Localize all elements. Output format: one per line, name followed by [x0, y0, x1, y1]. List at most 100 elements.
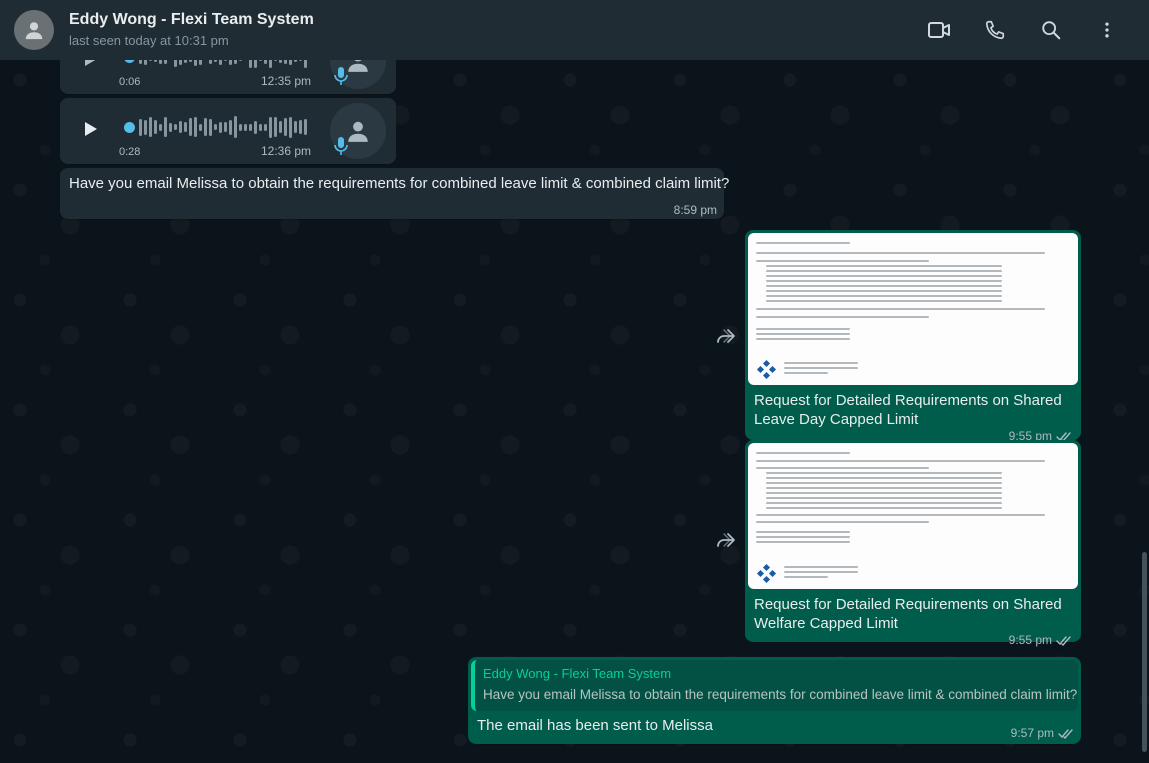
search-button[interactable] [1023, 10, 1079, 50]
waveform-bar [274, 60, 277, 61]
quoted-message[interactable]: Eddy Wong - Flexi Team System Have you e… [471, 660, 1078, 711]
waveform-bar [179, 121, 182, 133]
waveform-bar [169, 122, 172, 132]
chat-scrollbar[interactable] [1142, 65, 1147, 760]
voice-message: 0:06 12:35 pm [60, 60, 396, 94]
waveform-bar [139, 118, 142, 136]
mic-icon [333, 66, 349, 91]
play-icon [85, 60, 96, 66]
waveform-bar [284, 118, 287, 136]
waveform-bar [294, 121, 297, 133]
video-call-button[interactable] [911, 10, 967, 50]
waveform-bar [179, 60, 182, 65]
voice-message: 0:28 12:36 pm [60, 98, 396, 164]
default-user-icon [25, 22, 43, 40]
waveform-bar [274, 117, 277, 137]
waveform-bar [304, 119, 307, 135]
playback-position-dot[interactable] [124, 60, 135, 63]
image-caption: Request for Detailed Requirements on Sha… [754, 596, 1062, 632]
waveform-bar [259, 123, 262, 131]
voice-waveform[interactable] [124, 114, 307, 140]
message-time: 9:55 pm [1008, 633, 1052, 647]
header-actions [911, 10, 1135, 50]
waveform-bar [144, 119, 147, 135]
mic-icon [333, 136, 349, 161]
waveform-bar [184, 122, 187, 132]
image-caption: Request for Detailed Requirements on Sha… [754, 392, 1062, 428]
play-button[interactable] [76, 114, 106, 144]
waveform-bar [194, 117, 197, 137]
waveform-bar [264, 60, 267, 64]
contact-name: Eddy Wong - Flexi Team System [69, 11, 314, 28]
waveform-bar [234, 60, 237, 64]
waveform-bar [299, 120, 302, 134]
waveform-bar [229, 60, 232, 65]
waveform-bar [224, 122, 227, 132]
waveform-bar [214, 60, 217, 62]
menu-button[interactable] [1079, 10, 1135, 50]
incoming-text-message[interactable]: Have you email Melissa to obtain the req… [60, 168, 729, 219]
quoted-text: Have you email Melissa to obtain the req… [483, 687, 1078, 702]
waveform-bar [289, 60, 292, 65]
contact-info[interactable]: Eddy Wong - Flexi Team System last seen … [69, 10, 911, 50]
waveform-bar [219, 121, 222, 133]
video-call-icon [928, 22, 950, 38]
waveform-bar [239, 123, 242, 131]
outgoing-image-message[interactable]: Request for Detailed Requirements on Sha… [745, 440, 1081, 647]
waveform-bar [164, 117, 167, 137]
email-screenshot-thumbnail[interactable] [748, 233, 1078, 385]
waveform-bar [279, 60, 282, 63]
double-check-read-icon [1058, 728, 1073, 739]
scrollbar-thumb[interactable] [1142, 552, 1147, 752]
voice-duration: 0:06 [119, 76, 141, 88]
outgoing-reply-message[interactable]: Eddy Wong - Flexi Team System Have you e… [468, 657, 1081, 744]
waveform-bar [219, 60, 222, 65]
waveform-bar [209, 118, 212, 136]
waveform-bar [159, 123, 162, 131]
waveform-bar [299, 60, 302, 61]
waveform-bar [279, 121, 282, 133]
waveform-bar [159, 60, 162, 64]
message-text: Have you email Melissa to obtain the req… [69, 175, 730, 192]
chat-messages-area[interactable]: 0:06 12:35 pm 0:28 12:36 pm Have you ema… [0, 60, 1149, 763]
outgoing-image-message[interactable]: Request for Detailed Requirements on Sha… [745, 230, 1081, 443]
email-screenshot-thumbnail[interactable] [748, 443, 1078, 589]
voice-waveform[interactable] [124, 60, 307, 70]
last-seen-status: last seen today at 10:31 pm [69, 33, 229, 48]
waveform-bar [254, 120, 257, 134]
message-text: The email has been sent to Melissa [477, 717, 713, 734]
waveform-bar [199, 60, 202, 65]
waveform-bar [154, 60, 157, 62]
voice-call-icon [985, 20, 1005, 40]
waveform-bar [189, 118, 192, 136]
waveform-bar [199, 123, 202, 131]
waveform-bar [284, 60, 287, 64]
forward-icon [717, 533, 735, 547]
waveform-bar [269, 116, 272, 138]
waveform-bar [254, 60, 257, 68]
quoted-sender-name: Eddy Wong - Flexi Team System [483, 666, 672, 681]
message-meta: 9:57 pm [1011, 726, 1074, 740]
waveform-bar [229, 119, 232, 135]
message-meta: 9:55 pm [748, 633, 1078, 649]
waveform-bar [224, 60, 227, 61]
waveform-bar [149, 117, 152, 137]
waveform-bar [244, 123, 247, 131]
waveform-bar [189, 60, 192, 62]
waveform-bar [144, 60, 147, 65]
play-button[interactable] [76, 60, 106, 74]
contact-avatar[interactable] [14, 10, 54, 50]
waveform-bar [234, 116, 237, 138]
forward-button[interactable] [712, 322, 740, 350]
voice-call-button[interactable] [967, 10, 1023, 50]
waveform-bar [239, 60, 242, 61]
waveform-bar [194, 60, 197, 66]
waveform-bar [149, 60, 152, 61]
waveform-bar [184, 60, 187, 63]
waveform-bar [264, 123, 267, 131]
waveform-bar [214, 124, 217, 130]
voice-duration: 0:28 [119, 146, 141, 158]
playback-position-dot[interactable] [124, 121, 135, 133]
chat-header: Eddy Wong - Flexi Team System last seen … [0, 0, 1149, 60]
forward-button[interactable] [712, 526, 740, 554]
